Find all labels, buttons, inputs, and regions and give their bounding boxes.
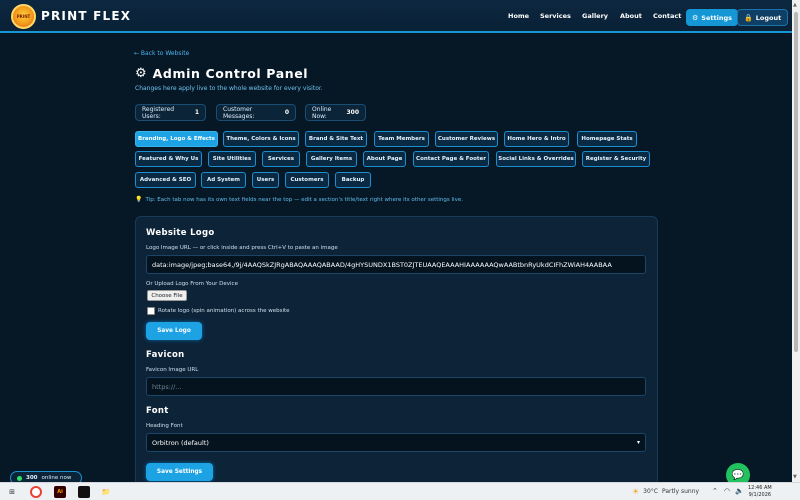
tab-branding-logo-effects[interactable]: Branding, Logo & Effects (135, 131, 218, 147)
terminal-icon[interactable] (78, 486, 90, 498)
chevron-down-icon: ▾ (636, 439, 640, 446)
logo-text: PRINT (16, 14, 31, 19)
clock-time: 12:46 AM (748, 485, 772, 491)
tab-services[interactable]: Services (262, 151, 300, 167)
online-count: 300 (26, 475, 38, 481)
tab-brand-site-text[interactable]: Brand & Site Text (305, 131, 367, 147)
scroll-down-arrow-icon[interactable]: ▼ (793, 474, 797, 480)
page-subtitle: Changes here apply live to the whole web… (135, 85, 323, 92)
gear-icon: ⚙ (135, 66, 147, 81)
logo-url-label: Logo Image URL — or click inside and pre… (146, 245, 338, 251)
tab-customer-reviews[interactable]: Customer Reviews (435, 131, 498, 147)
page-title-row: ⚙ Admin Control Panel (135, 66, 308, 81)
stat-customer-messages: Customer Messages: 0 (216, 104, 296, 121)
tab-home-hero-intro[interactable]: Home Hero & Intro (504, 131, 569, 147)
stat-value: 300 (346, 109, 359, 116)
favicon-url-label: Favicon Image URL (146, 367, 199, 373)
logout-label: Logout (755, 13, 782, 22)
heading-font-value: Orbitron (default) (152, 438, 209, 447)
tip-text: 💡 Tip: Each tab now has its own text fie… (135, 196, 463, 203)
temperature: 30°C (643, 488, 658, 495)
wifi-icon[interactable]: ◠ (724, 487, 730, 495)
tab-about-page[interactable]: About Page (363, 151, 406, 167)
clock-date: 9/1/2026 (748, 491, 772, 498)
lightbulb-icon: 💡 (135, 196, 143, 203)
heading-font-label: Heading Font (146, 423, 183, 429)
rotate-logo-checkbox[interactable] (147, 307, 155, 315)
tab-users[interactable]: Users (252, 172, 279, 188)
os-taskbar: ⊞ Ai 📁 ☀ 30°C Partly sunny ⌃ ◠ 🔈 12:46 A… (0, 482, 800, 500)
weather-widget[interactable]: ☀ 30°C Partly sunny (632, 487, 699, 496)
tab-ad-system[interactable]: Ad System (201, 172, 246, 188)
illustrator-icon[interactable]: Ai (54, 486, 66, 498)
stat-online-now: Online Now: 300 (305, 104, 366, 121)
stat-label: Customer Messages: (223, 105, 255, 120)
tab-featured-why-us[interactable]: Featured & Why Us (135, 151, 202, 167)
save-logo-button[interactable]: Save Logo (146, 322, 202, 340)
tab-contact-page-footer[interactable]: Contact Page & Footer (413, 151, 489, 167)
tab-register-security[interactable]: Register & Security (582, 151, 650, 167)
chat-bubble-icon: 💬 (731, 469, 745, 481)
chrome-icon[interactable] (30, 486, 42, 498)
system-clock[interactable]: 12:46 AM 9/1/2026 (748, 485, 772, 498)
website-logo-heading: Website Logo (146, 228, 215, 238)
back-to-website-link[interactable]: ← Back to Website (134, 50, 189, 57)
tab-theme-colors-icons[interactable]: Theme, Colors & Icons (223, 131, 299, 147)
scrollbar-thumb[interactable] (794, 12, 798, 352)
weather-condition: Partly sunny (662, 488, 700, 495)
nav-about[interactable]: About (620, 12, 642, 20)
scroll-up-arrow-icon[interactable]: ▲ (793, 2, 797, 8)
brand-logo[interactable]: PRINT (11, 4, 36, 29)
online-status-dot-icon (17, 475, 22, 481)
settings-label: Settings (701, 13, 732, 22)
settings-button[interactable]: ⚙ Settings (686, 9, 738, 26)
nav-services[interactable]: Services (540, 12, 571, 20)
stat-registered-users: Registered Users: 1 (135, 104, 206, 121)
font-heading: Font (146, 406, 169, 416)
heading-font-select[interactable]: Orbitron (default) ▾ (146, 433, 646, 452)
stat-label: Registered Users: (142, 105, 175, 120)
save-settings-button[interactable]: Save Settings (146, 463, 213, 481)
nav-gallery[interactable]: Gallery (582, 12, 608, 20)
windows-start-icon[interactable]: ⊞ (6, 486, 18, 498)
brand-name[interactable]: PRINT FLEX (41, 9, 131, 23)
stat-label: Online Now: (312, 105, 332, 120)
tab-gallery-items[interactable]: Gallery Items (306, 151, 357, 167)
choose-file-button[interactable]: Choose File (147, 290, 187, 301)
lock-icon: 🔒 (744, 13, 753, 22)
tip-message: Tip: Each tab now has its own text field… (145, 196, 463, 203)
tab-social-links-overrides[interactable]: Social Links & Overrides (496, 151, 576, 167)
volume-icon[interactable]: 🔈 (735, 487, 744, 495)
tab-team-members[interactable]: Team Members (374, 131, 429, 147)
tab-backup[interactable]: Backup (335, 172, 371, 188)
chevron-up-icon[interactable]: ⌃ (712, 487, 718, 495)
nav-home[interactable]: Home (508, 12, 529, 20)
rotate-logo-label: Rotate logo (spin animation) across the … (158, 308, 290, 314)
nav-contact[interactable]: Contact (653, 12, 681, 20)
logout-button[interactable]: 🔒 Logout (737, 9, 789, 26)
favicon-heading: Favicon (146, 350, 185, 360)
upload-logo-label: Or Upload Logo From Your Device (146, 281, 238, 287)
tab-advanced-seo[interactable]: Advanced & SEO (135, 172, 196, 188)
logo-url-input[interactable]: data:image/jpeg;base64,/9j/4AAQSkZJRgABA… (146, 255, 646, 274)
stat-value: 0 (284, 109, 289, 116)
file-explorer-icon[interactable]: 📁 (100, 486, 112, 498)
online-text: online now (41, 475, 72, 481)
partly-sunny-icon: ☀ (632, 487, 640, 496)
tab-customers[interactable]: Customers (285, 172, 329, 188)
top-navbar: PRINT PRINT FLEX Home Services Gallery A… (0, 0, 792, 33)
tab-site-utilities[interactable]: Site Utilities (208, 151, 256, 167)
tab-homepage-stats[interactable]: Homepage Stats (577, 131, 637, 147)
page-title: Admin Control Panel (152, 66, 309, 81)
favicon-url-input[interactable]: https://... (146, 377, 646, 396)
stat-value: 1 (194, 109, 199, 116)
page-scrollbar[interactable]: ▲ ▼ (792, 0, 800, 482)
gear-icon: ⚙ (692, 13, 699, 22)
